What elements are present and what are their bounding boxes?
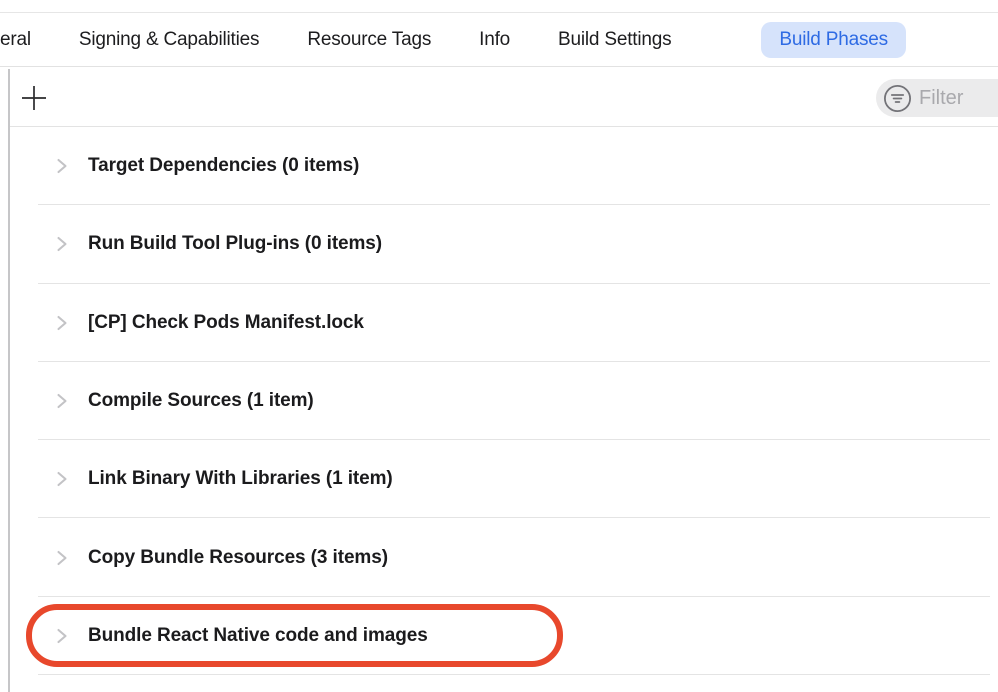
build-phase-title: Compile Sources (1 item) xyxy=(88,390,314,412)
target-editor-tab[interactable]: eral xyxy=(0,29,31,51)
chevron-right-icon[interactable] xyxy=(55,471,68,488)
build-phase-title: Run Build Tool Plug-ins (0 items) xyxy=(88,233,382,255)
filter-circle-icon xyxy=(883,84,912,113)
build-phase-row[interactable]: Run Build Tool Plug-ins (0 items) xyxy=(10,205,998,283)
target-editor-tab[interactable]: Signing & Capabilities xyxy=(79,29,259,51)
build-phase-title: [CP] Check Pods Manifest.lock xyxy=(88,312,364,334)
build-phases-list: Target Dependencies (0 items) Run Build … xyxy=(10,127,998,675)
window-top-strip xyxy=(0,0,998,13)
chevron-right-icon[interactable] xyxy=(55,236,68,253)
build-phase-row[interactable]: Compile Sources (1 item) xyxy=(10,362,998,440)
build-phases-toolbar: Filter xyxy=(10,69,998,127)
chevron-right-icon[interactable] xyxy=(55,314,68,331)
build-phase-title: Target Dependencies (0 items) xyxy=(88,155,359,177)
build-phase-row[interactable]: [CP] Check Pods Manifest.lock xyxy=(10,284,998,362)
add-build-phase-button[interactable] xyxy=(18,82,50,114)
plus-icon xyxy=(20,84,48,112)
chevron-right-icon[interactable] xyxy=(55,549,68,566)
target-editor-tab[interactable]: Build Settings xyxy=(558,29,671,51)
build-phase-row[interactable]: Bundle React Native code and images xyxy=(10,597,998,675)
build-phase-title: Bundle React Native code and images xyxy=(88,625,428,647)
build-phase-row[interactable]: Link Binary With Libraries (1 item) xyxy=(10,440,998,518)
build-phase-title: Copy Bundle Resources (3 items) xyxy=(88,547,388,569)
target-editor-tab[interactable]: Build Phases xyxy=(761,22,906,58)
xcode-target-editor: eral Signing & Capabilities Resource Tag… xyxy=(0,0,998,692)
filter-placeholder: Filter xyxy=(919,87,963,110)
target-editor-tab-bar: eral Signing & Capabilities Resource Tag… xyxy=(0,13,998,67)
filter-field[interactable]: Filter xyxy=(876,79,998,117)
chevron-right-icon[interactable] xyxy=(55,627,68,644)
build-phase-title: Link Binary With Libraries (1 item) xyxy=(88,468,393,490)
target-editor-tab[interactable]: Resource Tags xyxy=(307,29,431,51)
build-phase-row[interactable]: Target Dependencies (0 items) xyxy=(10,127,998,205)
chevron-right-icon[interactable] xyxy=(55,158,68,175)
target-editor-tab[interactable]: Info xyxy=(479,29,510,51)
build-phases-panel: Filter Target Dependencies (0 items) xyxy=(8,69,998,692)
build-phase-row[interactable]: Copy Bundle Resources (3 items) xyxy=(10,518,998,596)
chevron-right-icon[interactable] xyxy=(55,393,68,410)
